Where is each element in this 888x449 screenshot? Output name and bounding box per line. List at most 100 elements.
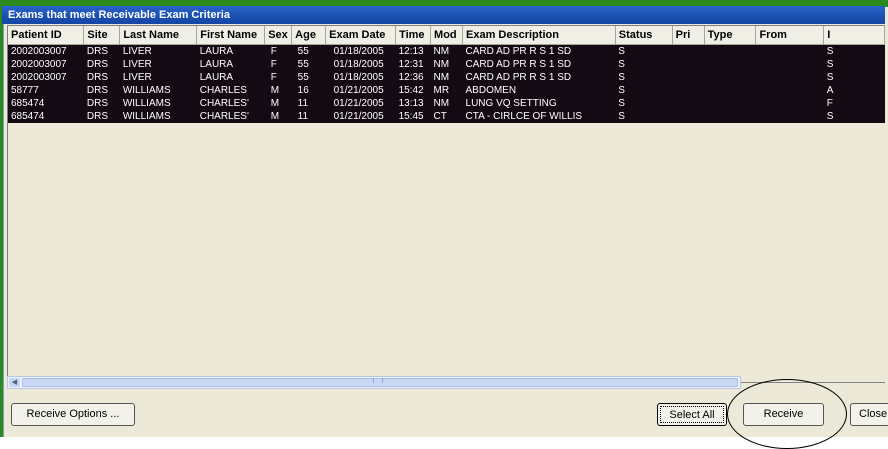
column-header[interactable]: Age xyxy=(291,26,327,45)
table-cell: LIVER xyxy=(119,58,197,71)
table-cell: 11 xyxy=(291,110,326,123)
table-cell: WILLIAMS xyxy=(119,110,197,123)
table-cell xyxy=(672,71,705,84)
column-header[interactable]: Pri xyxy=(672,26,705,45)
table-row[interactable]: 685474 DRS WILLIAMS CHARLES' M 11 01/21/2005 15… xyxy=(8,110,885,123)
scrollbar-grip-icon xyxy=(373,378,383,383)
table-cell: LAURA xyxy=(196,71,265,84)
table-cell xyxy=(755,44,824,58)
column-header[interactable]: Mod xyxy=(430,26,464,45)
table-cell: S xyxy=(615,97,673,110)
table-cell: A xyxy=(823,84,885,97)
table-cell xyxy=(755,110,824,123)
table-cell: CARD AD PR R S 1 SD xyxy=(462,58,616,71)
table-row[interactable]: 2002003007 DRS LIVER LAURA F 55 01/18/2005 12:1… xyxy=(8,44,885,58)
table-cell: F xyxy=(823,97,885,110)
receive-button[interactable]: Receive xyxy=(743,403,824,426)
column-header[interactable]: From xyxy=(755,26,825,45)
table-cell: MR xyxy=(430,84,463,97)
table-cell: NM xyxy=(430,58,463,71)
table-cell: CHARLES' xyxy=(196,110,265,123)
table-cell: DRS xyxy=(83,58,120,71)
table-cell xyxy=(672,97,705,110)
table-cell: LIVER xyxy=(119,44,197,58)
table-cell: CHARLES' xyxy=(196,97,265,110)
table-cell xyxy=(672,58,705,71)
table-cell xyxy=(704,71,756,84)
table-cell: DRS xyxy=(83,44,120,58)
table-cell: CTA - CIRLCE OF WILLIS xyxy=(462,110,616,123)
table-cell: 55 xyxy=(291,58,326,71)
exam-grid: Patient ID Site Last Name First Name Sex Age E… xyxy=(7,25,885,383)
header-row: Patient ID Site Last Name First Name Sex Age E… xyxy=(8,26,885,45)
select-all-label: Select All xyxy=(660,406,724,423)
table-cell: F xyxy=(264,44,292,58)
select-all-button[interactable]: Select All xyxy=(657,403,727,426)
table-cell: 11 xyxy=(291,97,326,110)
table-cell: 01/21/2005 xyxy=(325,84,396,97)
table-cell: 01/18/2005 xyxy=(325,58,396,71)
table-cell: 58777 xyxy=(8,84,84,97)
table-cell: M xyxy=(264,97,292,110)
table-cell: S xyxy=(615,110,673,123)
table-cell: S xyxy=(823,44,885,58)
exam-table: Patient ID Site Last Name First Name Sex Age E… xyxy=(8,26,885,123)
table-cell: S xyxy=(615,84,673,97)
table-cell: DRS xyxy=(83,97,120,110)
column-header[interactable]: I xyxy=(823,26,885,45)
table-cell: NM xyxy=(430,97,463,110)
table-cell: DRS xyxy=(83,110,120,123)
column-header[interactable]: Patient ID xyxy=(8,26,85,45)
table-row[interactable]: 2002003007 DRS LIVER LAURA F 55 01/18/2005 12:3… xyxy=(8,58,885,71)
table-cell: M xyxy=(264,84,292,97)
table-cell xyxy=(672,110,705,123)
table-cell: S xyxy=(823,58,885,71)
window-title: Exams that meet Receivable Exam Criteria xyxy=(2,6,885,24)
table-cell: 685474 xyxy=(8,97,84,110)
table-cell xyxy=(672,84,705,97)
table-row[interactable]: 685474 DRS WILLIAMS CHARLES' M 11 01/21/2005 13… xyxy=(8,97,885,110)
table-row[interactable]: 58777 DRS WILLIAMS CHARLES M 16 01/21/2005 15:4… xyxy=(8,84,885,97)
table-cell: 01/18/2005 xyxy=(325,71,396,84)
table-cell: CARD AD PR R S 1 SD xyxy=(462,44,616,58)
table-cell: S xyxy=(823,71,885,84)
scroll-left-icon[interactable]: ◀ xyxy=(9,378,20,387)
table-cell: DRS xyxy=(83,84,120,97)
table-cell: S xyxy=(615,58,673,71)
table-cell xyxy=(704,44,756,58)
table-cell xyxy=(755,84,824,97)
table-cell xyxy=(704,110,756,123)
table-row[interactable]: 2002003007 DRS LIVER LAURA F 55 01/18/2005 12:3… xyxy=(8,71,885,84)
table-cell: 2002003007 xyxy=(8,71,84,84)
close-button[interactable]: Close xyxy=(850,403,888,426)
column-header[interactable]: Exam Description xyxy=(462,26,616,45)
table-cell: LAURA xyxy=(196,44,265,58)
table-cell: S xyxy=(615,71,673,84)
column-header[interactable]: Time xyxy=(395,26,432,45)
table-cell: 55 xyxy=(291,44,326,58)
table-cell: 01/21/2005 xyxy=(325,97,396,110)
table-cell: 12:31 xyxy=(395,58,431,71)
table-cell: NM xyxy=(430,71,463,84)
table-cell: F xyxy=(264,58,292,71)
table-cell: 12:13 xyxy=(395,44,431,58)
table-cell: 15:42 xyxy=(395,84,431,97)
table-cell: CT xyxy=(430,110,463,123)
table-cell xyxy=(704,97,756,110)
column-header[interactable]: Sex xyxy=(264,26,293,45)
horizontal-scrollbar[interactable]: ◀ xyxy=(7,376,741,389)
table-cell: M xyxy=(264,110,292,123)
table-cell xyxy=(704,84,756,97)
table-cell: NM xyxy=(430,44,463,58)
column-header[interactable]: Site xyxy=(83,26,121,45)
column-header[interactable]: Status xyxy=(615,26,673,45)
column-header[interactable]: Type xyxy=(704,26,757,45)
table-cell: 55 xyxy=(291,71,326,84)
table-cell xyxy=(704,58,756,71)
receive-options-button[interactable]: Receive Options ... xyxy=(11,403,135,426)
table-cell: LAURA xyxy=(196,58,265,71)
column-header[interactable]: Exam Date xyxy=(325,26,397,45)
column-header[interactable]: Last Name xyxy=(119,26,198,45)
column-header[interactable]: First Name xyxy=(196,26,266,45)
table-cell: CARD AD PR R S 1 SD xyxy=(462,71,616,84)
